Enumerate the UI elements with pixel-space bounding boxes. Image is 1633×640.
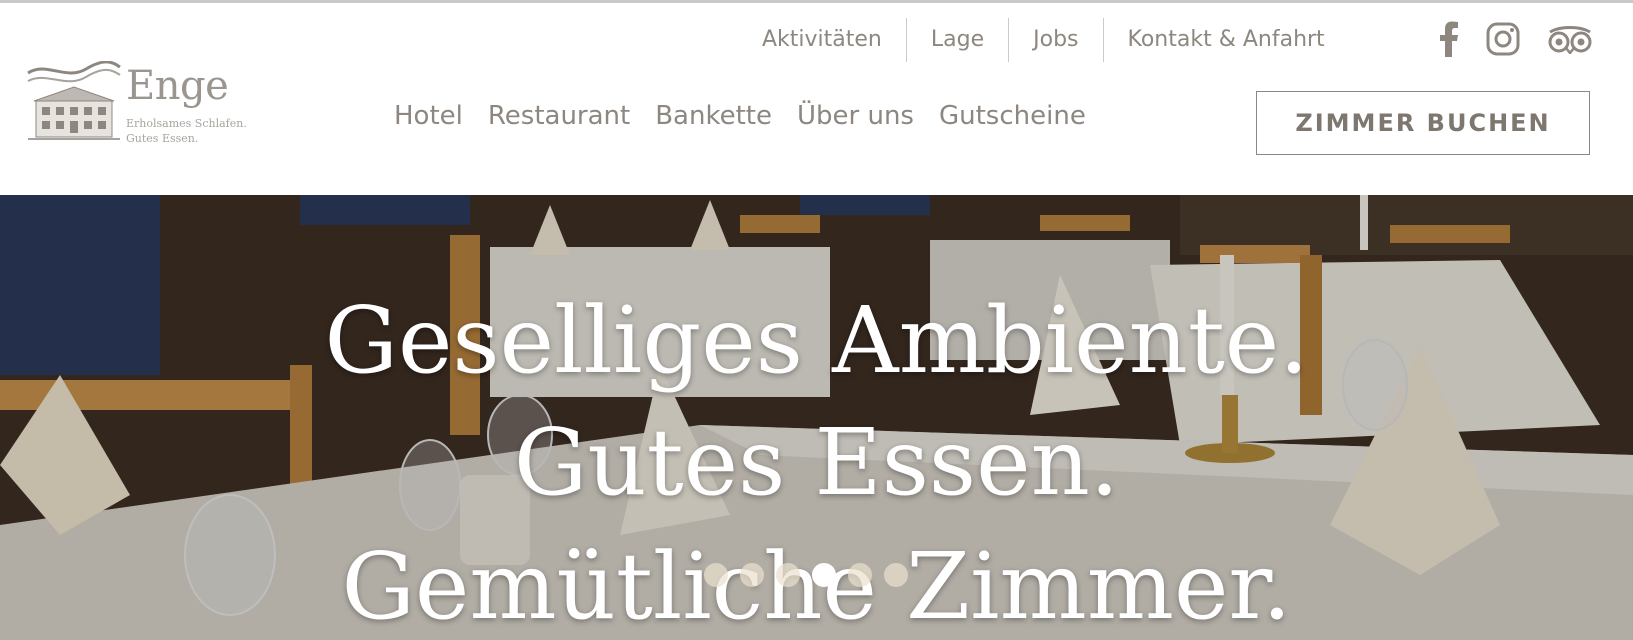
hero-headline-line2: Gutes Essen. xyxy=(513,409,1120,516)
slider-dot[interactable] xyxy=(704,563,728,587)
logo-name: Enge xyxy=(126,63,229,109)
main-nav: Hotel Restaurant Bankette Über uns Gutsc… xyxy=(394,101,1111,131)
util-nav-jobs[interactable]: Jobs xyxy=(1009,17,1102,63)
instagram-icon[interactable] xyxy=(1486,22,1520,56)
nav-gutscheine[interactable]: Gutscheine xyxy=(939,101,1086,131)
tripadvisor-icon[interactable] xyxy=(1546,24,1594,54)
book-room-button[interactable]: ZIMMER BUCHEN xyxy=(1256,91,1590,155)
hero-headline-line1: Geselliges Ambiente. xyxy=(324,287,1309,394)
util-nav-aktivitaeten[interactable]: Aktivitäten xyxy=(738,17,906,63)
nav-ueber-uns[interactable]: Über uns xyxy=(797,101,914,131)
nav-restaurant[interactable]: Restaurant xyxy=(488,101,630,131)
slider-dot[interactable] xyxy=(812,563,836,587)
site-header: Enge Erholsames Schlafen. Gutes Essen. A… xyxy=(0,3,1633,195)
logo-tagline: Gutes Essen. xyxy=(126,132,199,145)
nav-hotel[interactable]: Hotel xyxy=(394,101,463,131)
slider-dot[interactable] xyxy=(740,563,764,587)
facebook-icon[interactable] xyxy=(1438,21,1460,57)
nav-bankette[interactable]: Bankette xyxy=(655,101,772,131)
logo-tagline: Erholsames Schlafen. xyxy=(126,117,247,130)
slider-dot[interactable] xyxy=(848,563,872,587)
logo-house-icon xyxy=(27,61,121,140)
util-nav-kontakt[interactable]: Kontakt & Anfahrt xyxy=(1104,17,1349,63)
slider-dots xyxy=(704,563,920,587)
util-nav-lage[interactable]: Lage xyxy=(907,17,1008,63)
hero-headline-line3: Gemütliche Zimmer. xyxy=(341,533,1292,640)
slider-dot[interactable] xyxy=(884,563,908,587)
social-links xyxy=(1438,21,1620,57)
slider-dot[interactable] xyxy=(776,563,800,587)
hero-slider: Geselliges Ambiente. Gutes Essen. Gemütl… xyxy=(0,195,1633,640)
utility-nav: Aktivitäten Lage Jobs Kontakt & Anfahrt xyxy=(738,17,1349,63)
logo[interactable]: Enge Erholsames Schlafen. Gutes Essen. xyxy=(26,61,256,151)
